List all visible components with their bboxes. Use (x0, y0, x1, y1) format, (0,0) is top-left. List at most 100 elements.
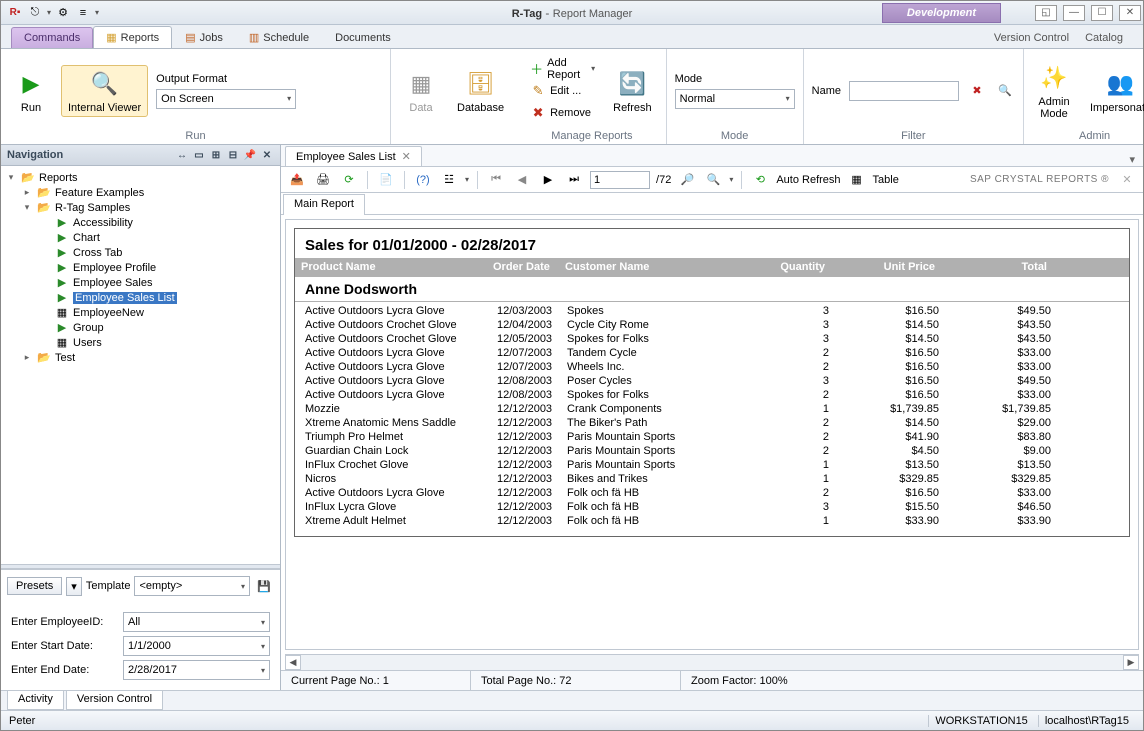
param-dropdown[interactable]: 1/1/2000▾ (123, 636, 270, 656)
tree-node[interactable]: ▾📂R-Tag Samples (3, 200, 278, 215)
find-icon[interactable]: 🔎 (677, 170, 697, 190)
scroll-right-icon[interactable]: ▶ (1123, 655, 1139, 670)
table-label[interactable]: Table (873, 174, 899, 186)
doc-tabs-menu-icon[interactable]: ▾ (1121, 153, 1143, 166)
qat-export-icon[interactable]: ⎋ (27, 5, 43, 21)
qat-list-icon[interactable]: ≡ (75, 5, 91, 21)
tab-jobs[interactable]: ▤Jobs (172, 26, 236, 48)
print-icon[interactable]: 🖨 (313, 170, 333, 190)
qat-settings-icon[interactable]: ⚙ (55, 5, 71, 21)
presets-dropdown-button[interactable]: ▾ (66, 577, 82, 596)
clear-filter-icon[interactable]: ✖ (967, 81, 987, 101)
brand-close-icon[interactable]: ✕ (1117, 170, 1137, 190)
param-label: Enter End Date: (11, 664, 123, 676)
filter-name-label: Name (812, 85, 841, 97)
export-icon[interactable]: 📤 (287, 170, 307, 190)
group-run-caption: Run (9, 130, 382, 142)
param-dropdown[interactable]: All▾ (123, 612, 270, 632)
tree-node[interactable]: ▶Cross Tab (3, 245, 278, 260)
param-dropdown[interactable]: 2/28/2017▾ (123, 660, 270, 680)
dev-badge: Development (882, 3, 1001, 23)
close-button[interactable]: ✕ (1119, 5, 1141, 21)
horizontal-scrollbar[interactable]: ◀ ▶ (285, 654, 1139, 670)
zoom-icon[interactable]: 🔍 (703, 170, 723, 190)
data-row: Active Outdoors Crochet Glove12/04/2003 … (295, 318, 1129, 332)
page-number-input[interactable] (590, 171, 650, 189)
data-row: Nicros12/12/2003 Bikes and Trikes1$329.8… (295, 472, 1129, 486)
template-dropdown[interactable]: <empty>▾ (134, 576, 250, 596)
output-format-label: Output Format (156, 73, 296, 85)
group-tree-icon[interactable]: ☳ (439, 170, 459, 190)
status-database: localhost\RTag15 (1038, 715, 1135, 727)
output-format-dropdown[interactable]: On Screen▾ (156, 89, 296, 109)
filter-name-input[interactable] (849, 81, 959, 101)
prev-page-icon[interactable]: ◀ (512, 170, 532, 190)
refresh-button[interactable]: 🔄Refresh (607, 66, 658, 116)
tab-catalog[interactable]: Catalog (1085, 32, 1123, 44)
tree-node[interactable]: ▶Employee Sales List (3, 290, 278, 305)
column-headers: Product Name Order Date Customer Name Qu… (295, 258, 1129, 276)
database-button[interactable]: 🗄Database (451, 66, 510, 116)
maximize-button[interactable]: ☐ (1091, 5, 1113, 21)
tab-schedule[interactable]: ▥Schedule (236, 26, 322, 48)
data-row: Active Outdoors Lycra Glove12/07/2003 Wh… (295, 360, 1129, 374)
presets-button[interactable]: Presets (7, 577, 62, 595)
mode-dropdown[interactable]: Normal▾ (675, 89, 795, 109)
remove-report-button[interactable]: ✖Remove (526, 102, 599, 124)
bottom-tab-version-control[interactable]: Version Control (66, 691, 163, 710)
tree-node[interactable]: ▦EmployeeNew (3, 305, 278, 320)
params-icon[interactable]: (?) (413, 170, 433, 190)
report-viewer[interactable]: Sales for 01/01/2000 - 02/28/2017 Produc… (285, 219, 1139, 650)
tree-node[interactable]: ▶Employee Sales (3, 275, 278, 290)
last-page-icon[interactable]: ⏭ (564, 170, 584, 190)
auto-refresh-label[interactable]: Auto Refresh (776, 174, 840, 186)
scroll-left-icon[interactable]: ◀ (285, 655, 301, 670)
table-icon[interactable]: ▦ (847, 170, 867, 190)
nav-tool-1-icon[interactable]: ↔ (175, 148, 189, 162)
impersonate-button[interactable]: 👥Impersonate (1084, 66, 1144, 116)
param-label: Enter EmployeeID: (11, 616, 123, 628)
refresh-viewer-icon[interactable]: ⟳ (339, 170, 359, 190)
tab-commands[interactable]: Commands (11, 27, 93, 48)
subtab-main-report[interactable]: Main Report (283, 194, 365, 215)
tree-node[interactable]: ▶Group (3, 320, 278, 335)
tree-node[interactable]: ▸📂Feature Examples (3, 185, 278, 200)
crystal-brand-label: SAP CRYSTAL REPORTS ® (970, 174, 1109, 185)
add-report-button[interactable]: ＋Add Report▾ (526, 58, 599, 80)
doc-tab-close-icon[interactable]: ✕ (402, 150, 411, 163)
first-page-icon[interactable]: ⏮ (486, 170, 506, 190)
status-total-pages: Total Page No.: 72 (471, 671, 681, 690)
tab-version-control[interactable]: Version Control (994, 32, 1069, 44)
tree-node[interactable]: ▾📂Reports (3, 170, 278, 185)
nav-tree[interactable]: ▾📂Reports▸📂Feature Examples▾📂R-Tag Sampl… (1, 166, 280, 564)
restore-button[interactable]: ◱ (1035, 5, 1057, 21)
admin-mode-button[interactable]: ✨Admin Mode (1032, 60, 1076, 122)
filter-search-icon[interactable]: 🔍 (995, 81, 1015, 101)
viewer-status-row: Current Page No.: 1 Total Page No.: 72 Z… (281, 670, 1143, 690)
tab-documents[interactable]: Documents (322, 27, 404, 48)
nav-tool-3-icon[interactable]: ⊞ (209, 148, 223, 162)
minimize-button[interactable]: — (1063, 5, 1085, 21)
nav-pin-icon[interactable]: 📌 (243, 148, 257, 162)
bottom-tab-activity[interactable]: Activity (7, 691, 64, 710)
page-total-label: /72 (656, 174, 671, 186)
nav-close-icon[interactable]: ✕ (260, 148, 274, 162)
template-label: Template (86, 580, 131, 592)
copy-icon[interactable]: 📄 (376, 170, 396, 190)
internal-viewer-button[interactable]: 🔍Internal Viewer (61, 65, 148, 117)
tree-node[interactable]: ▸📂Test (3, 350, 278, 365)
tree-node[interactable]: ▶Employee Profile (3, 260, 278, 275)
status-bar: Peter WORKSTATION15 localhost\RTag15 (1, 710, 1143, 730)
tree-node[interactable]: ▦Users (3, 335, 278, 350)
tab-reports[interactable]: ▦Reports (93, 26, 172, 48)
tree-node[interactable]: ▶Chart (3, 230, 278, 245)
tree-node[interactable]: ▶Accessibility (3, 215, 278, 230)
edit-report-button[interactable]: ✎Edit ... (526, 80, 599, 102)
next-page-icon[interactable]: ▶ (538, 170, 558, 190)
save-template-icon[interactable]: 💾 (254, 576, 274, 596)
doc-tab-employee-sales-list[interactable]: Employee Sales List ✕ (285, 146, 422, 166)
nav-tool-2-icon[interactable]: ▭ (192, 148, 206, 162)
nav-tool-4-icon[interactable]: ⊟ (226, 148, 240, 162)
auto-refresh-icon[interactable]: ⟲ (750, 170, 770, 190)
run-button[interactable]: ▶Run (9, 66, 53, 116)
